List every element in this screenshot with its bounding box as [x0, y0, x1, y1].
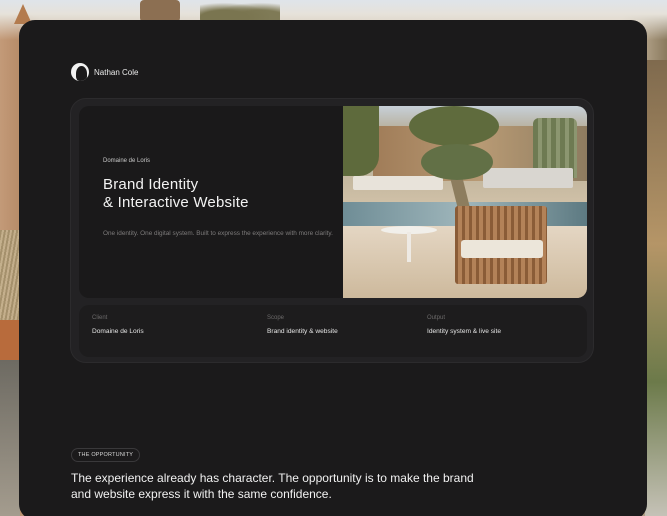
- background-tree-canopy: [200, 0, 280, 22]
- hero-text-block: Domaine de Loris Brand Identity & Intera…: [103, 158, 343, 240]
- opportunity-tag: THE OPPORTUNITY: [71, 448, 141, 462]
- meta-value: Identity system & live site: [427, 328, 502, 335]
- background-right-scene: [645, 60, 667, 516]
- background-ground: [0, 360, 20, 516]
- hero-image-tree-middle: [421, 144, 493, 180]
- project-meta: Client Domaine de Loris Scope Brand iden…: [79, 305, 587, 357]
- hero-image-chair-seat: [461, 240, 543, 258]
- hero-image: [343, 106, 587, 298]
- person-silhouette-icon: [71, 63, 89, 81]
- brand-name: Nathan Cole: [94, 67, 139, 77]
- brand-header[interactable]: Nathan Cole: [71, 63, 138, 81]
- meta-label: Scope: [267, 315, 285, 321]
- meta-output: Output Identity system & live site: [427, 315, 507, 336]
- hero-image-hedge: [343, 106, 379, 176]
- meta-label: Output: [427, 315, 446, 321]
- hero-image-tree-top: [409, 106, 499, 146]
- meta-scope: Scope Brand identity & website: [267, 315, 347, 336]
- background-tree-trunk: [140, 0, 180, 22]
- meta-value: Domaine de Loris: [92, 328, 144, 335]
- hero-title: Brand Identity & Interactive Website: [103, 176, 343, 212]
- hero-title-line-1: Brand Identity: [103, 176, 199, 193]
- hero-title-line-2: & Interactive Website: [103, 194, 249, 211]
- hero-inner: Domaine de Loris Brand Identity & Intera…: [79, 106, 587, 298]
- case-study-panel: Nathan Cole Domaine de Loris Brand Ident…: [19, 20, 647, 516]
- meta-label: Client: [92, 315, 108, 321]
- hero-image-lounger-2: [483, 168, 573, 188]
- hero-image-lounger: [353, 176, 443, 190]
- meta-value: Brand identity & website: [267, 328, 338, 335]
- hero-card: Domaine de Loris Brand Identity & Intera…: [70, 98, 594, 363]
- hero-eyebrow: Domaine de Loris: [103, 158, 151, 164]
- hero-image-table-leg: [407, 232, 411, 262]
- background-bench: [0, 320, 20, 360]
- meta-client: Client Domaine de Loris: [92, 315, 172, 336]
- opportunity-statement: The experience already has character. Th…: [71, 471, 474, 501]
- hero-subtitle: One identity. One digital system. Built …: [103, 230, 333, 237]
